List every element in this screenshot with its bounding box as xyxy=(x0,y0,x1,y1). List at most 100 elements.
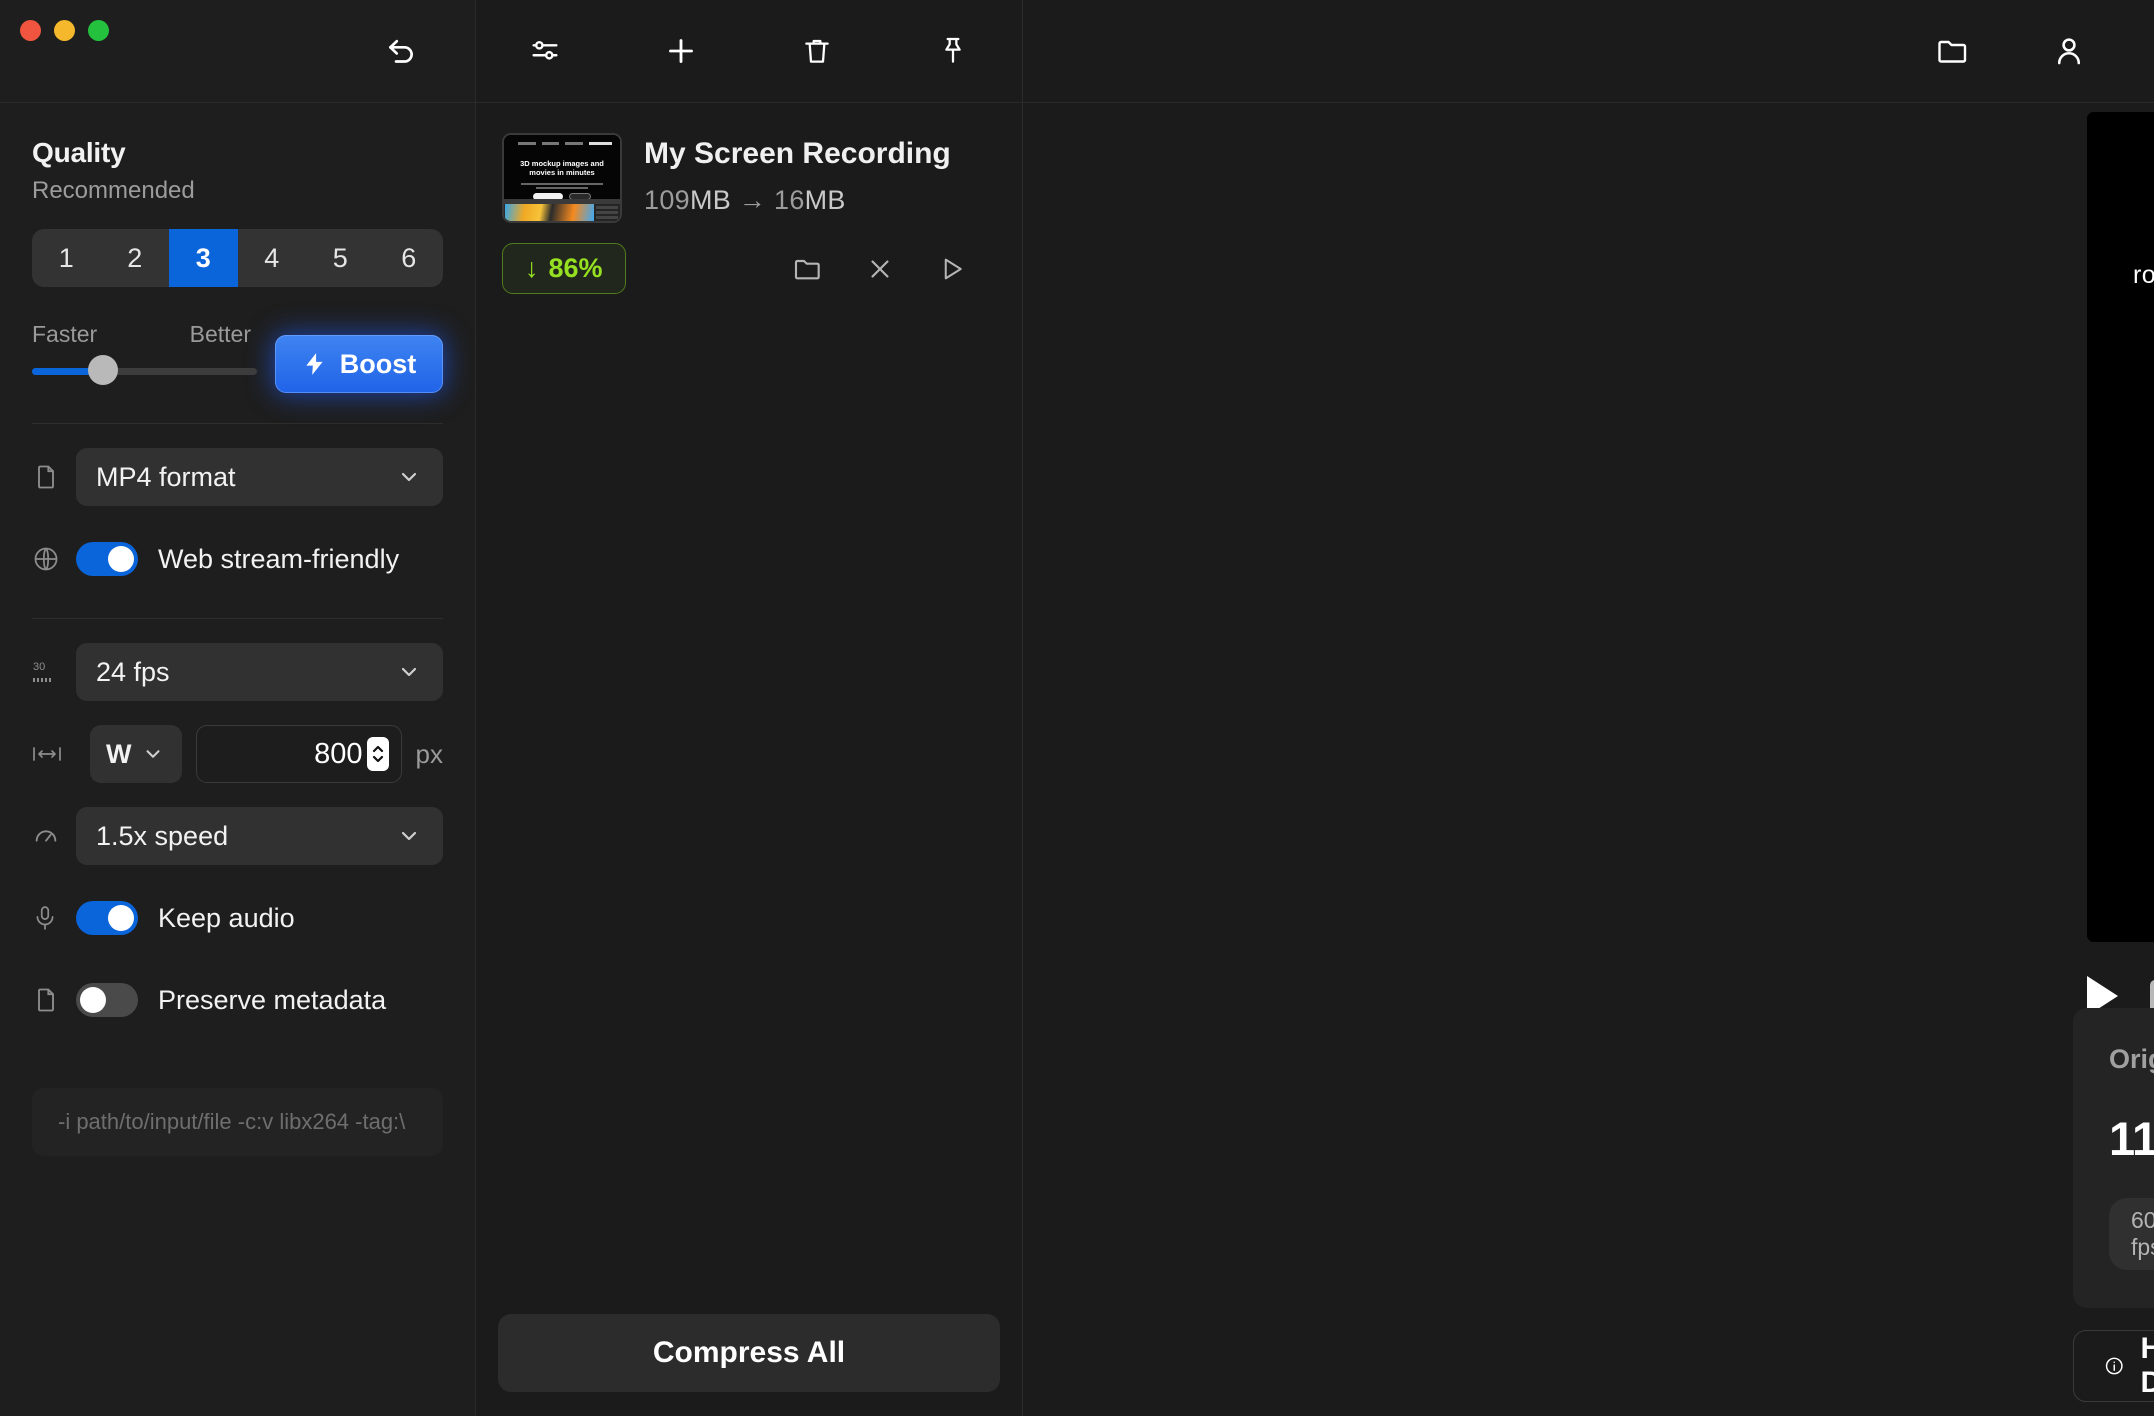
compress-all-button[interactable]: Compress All xyxy=(498,1314,1000,1392)
toggle-knob xyxy=(108,546,134,572)
fps-30-icon: 30 xyxy=(32,658,76,686)
chevron-down-icon[interactable] xyxy=(387,814,431,858)
quality-heading: Quality xyxy=(32,137,126,168)
site-logo-text: rotato xyxy=(2133,260,2154,289)
close-window-button[interactable] xyxy=(20,20,41,41)
preserve-metadata-toggle[interactable] xyxy=(76,983,138,1017)
quantity-stepper[interactable] xyxy=(366,737,389,771)
fps-select[interactable]: 24 fps xyxy=(76,643,443,701)
file-savings-badge: ↓ 86% xyxy=(502,243,626,294)
quality-subheading: Recommended xyxy=(32,177,195,204)
quality-level-5[interactable]: 5 xyxy=(306,229,375,287)
lightning-bolt-icon xyxy=(306,353,323,375)
quality-level-3[interactable]: 3 xyxy=(169,229,238,287)
format-select-value: MP4 format xyxy=(96,461,236,492)
compress-all-label: Compress All xyxy=(652,1336,846,1369)
fps-row: 30 24 fps xyxy=(32,643,443,701)
globe-icon xyxy=(32,545,76,573)
window-titlebar xyxy=(0,0,475,103)
width-dimension-select[interactable]: W xyxy=(90,725,182,783)
boost-button-label: Boost xyxy=(339,348,417,379)
speedometer-icon xyxy=(32,822,76,850)
size-arrow: → xyxy=(738,185,767,215)
quality-level-4[interactable]: 4 xyxy=(238,229,307,287)
web-stream-toggle[interactable] xyxy=(76,542,138,576)
keep-audio-label: Keep audio xyxy=(158,902,295,933)
ffmpeg-command-preview[interactable]: -i path/to/input/file -c:v libx264 -tag:… xyxy=(32,1088,443,1156)
quality-level-2[interactable]: 2 xyxy=(101,229,170,287)
original-chip-fps: 60 fps xyxy=(2109,1198,2154,1270)
file-size-compressed-unit: MB xyxy=(804,185,846,215)
original-size-value: 114.2 xyxy=(2109,1112,2154,1165)
web-stream-row: Web stream-friendly xyxy=(32,530,443,588)
trash-icon[interactable] xyxy=(794,28,840,74)
slider-fill xyxy=(32,368,95,375)
quality-level-segmented-control[interactable]: 1 2 3 4 5 6 xyxy=(32,229,443,287)
slider-thumb[interactable] xyxy=(88,355,119,385)
slider-label-better: Better xyxy=(189,321,251,347)
width-input-value: 800 xyxy=(314,737,363,770)
ffmpeg-command-text: -i path/to/input/file -c:v libx264 -tag:… xyxy=(58,1109,406,1134)
web-stream-label: Web stream-friendly xyxy=(158,543,400,574)
original-details-card: Original 114.2 MB 60 fps No audio h264 m… xyxy=(2073,1008,2154,1308)
timeline-scrubber[interactable] xyxy=(2150,979,2154,1013)
no-credit-card-note: No credit card needed xyxy=(2087,732,2154,752)
format-select[interactable]: MP4 format xyxy=(76,448,443,506)
play-triangle-icon[interactable] xyxy=(934,251,970,287)
folder-icon[interactable] xyxy=(790,251,826,287)
width-row: W 800 px xyxy=(32,725,443,783)
user-account-icon[interactable] xyxy=(2046,28,2092,74)
pin-icon[interactable] xyxy=(930,28,976,74)
folder-icon[interactable] xyxy=(1930,28,1976,74)
file-icon xyxy=(32,463,76,491)
file-toolbar xyxy=(476,0,1022,103)
chevron-down-icon[interactable] xyxy=(387,650,431,694)
file-size-original-unit: MB xyxy=(689,185,732,215)
keep-audio-toggle[interactable] xyxy=(76,901,138,935)
hide-details-label: Hide Details xyxy=(2140,1332,2154,1399)
speed-quality-slider[interactable] xyxy=(32,355,257,385)
sub-line-2: 3D experience needed. xyxy=(2087,623,2154,654)
file-size-compressed: 16 xyxy=(774,185,805,215)
file-list-item[interactable]: 3D mockup images and movies in minutes M… xyxy=(498,125,1000,294)
preview-subheadline: Stunning 3D mockups with your own app an… xyxy=(2087,592,2154,654)
maximize-window-button[interactable] xyxy=(88,20,109,41)
toggle-knob xyxy=(108,905,134,931)
minimize-window-button[interactable] xyxy=(54,20,75,41)
svg-text:30: 30 xyxy=(33,661,45,673)
app-window: Quality Recommended 1 2 3 4 5 6 Faster B… xyxy=(0,0,2154,1416)
plus-icon[interactable] xyxy=(658,28,704,74)
video-preview[interactable]: rotato Mockups Features Pricing Help & R… xyxy=(2087,112,2154,942)
right-toolbar xyxy=(1023,0,2154,103)
quality-level-6[interactable]: 6 xyxy=(375,229,444,287)
file-icon xyxy=(32,986,76,1014)
fps-select-value: 24 fps xyxy=(96,656,170,687)
format-row: MP4 format xyxy=(32,448,443,506)
microphone-icon xyxy=(32,904,76,932)
boost-button[interactable]: Boost xyxy=(275,335,443,393)
file-name: My Screen Recording xyxy=(644,137,951,170)
speed-row: 1.5x speed xyxy=(32,807,443,865)
sidebar-divider-2 xyxy=(32,618,443,619)
speed-select-value: 1.5x speed xyxy=(96,820,229,851)
chevron-down-icon[interactable] xyxy=(131,732,175,776)
file-thumbnail: 3D mockup images and movies in minutes xyxy=(502,133,622,223)
width-unit-label: px xyxy=(415,738,443,769)
chevron-down-icon[interactable] xyxy=(387,455,431,499)
quality-level-1[interactable]: 1 xyxy=(32,229,101,287)
file-list-panel: 3D mockup images and movies in minutes M… xyxy=(476,0,1023,1416)
width-arrows-icon xyxy=(32,742,76,766)
hide-details-button[interactable]: Hide Details xyxy=(2073,1330,2154,1402)
width-input[interactable]: 800 xyxy=(196,725,402,783)
file-savings-value: 86% xyxy=(548,253,603,283)
speed-select[interactable]: 1.5x speed xyxy=(76,807,443,865)
sliders-icon[interactable] xyxy=(522,28,568,74)
slider-label-faster: Faster xyxy=(32,321,98,347)
undo-icon[interactable] xyxy=(379,30,423,74)
savings-arrow-icon: ↓ xyxy=(525,253,539,283)
site-logo: rotato xyxy=(2133,261,2154,290)
close-x-icon[interactable] xyxy=(862,251,898,287)
original-title: Original xyxy=(2109,1044,2154,1074)
preview-site-nav: rotato Mockups Features Pricing Help & R… xyxy=(2087,252,2154,298)
width-dimension-value: W xyxy=(106,738,132,769)
